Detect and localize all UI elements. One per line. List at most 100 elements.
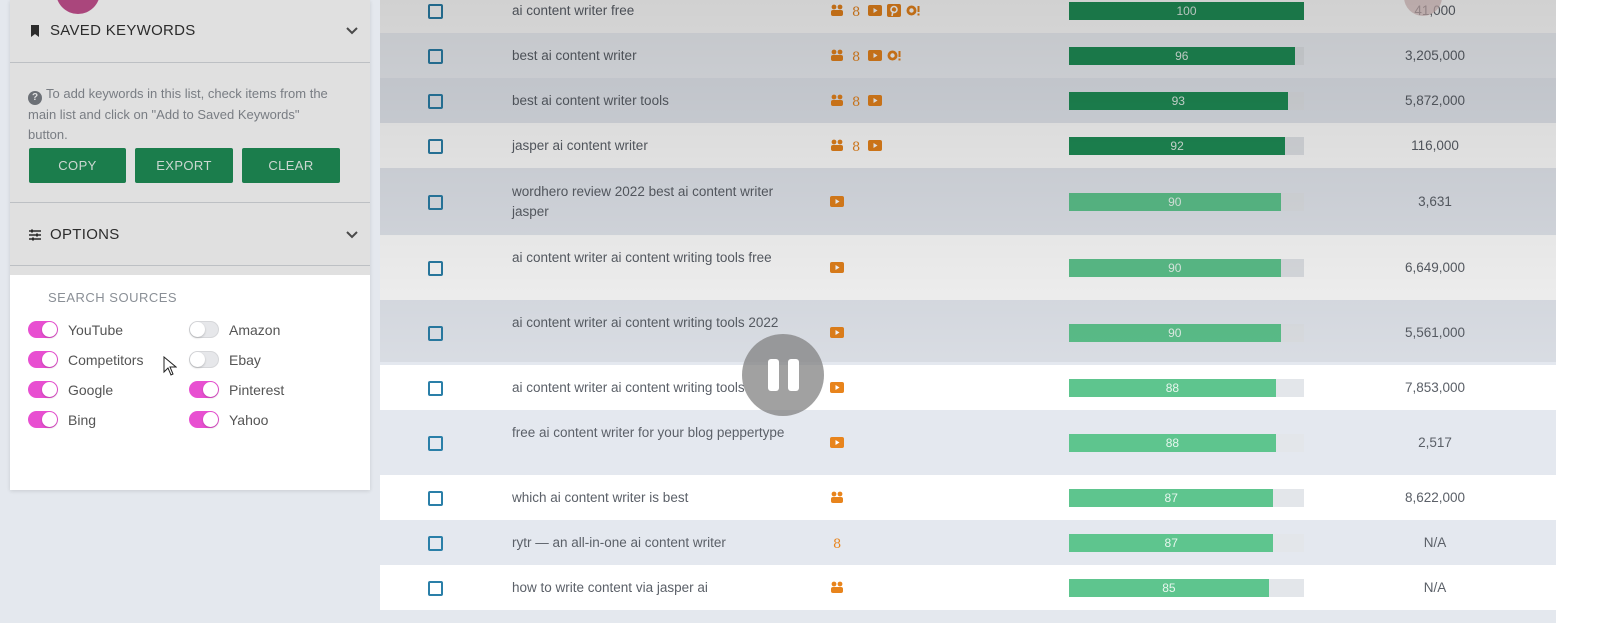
row-checkbox[interactable] [428, 435, 443, 451]
keyword-text: best ai content writer [512, 47, 637, 63]
row-checkbox[interactable] [428, 325, 443, 341]
row-checkbox[interactable] [428, 380, 443, 396]
switch[interactable] [28, 351, 58, 368]
switch[interactable] [28, 411, 58, 428]
toggle-label: Amazon [229, 321, 281, 338]
search-volume: 8,622,000 [1404, 489, 1466, 505]
svg-text:8: 8 [833, 537, 841, 549]
switch[interactable] [28, 381, 58, 398]
switch[interactable] [189, 381, 219, 398]
pause-bar [767, 359, 779, 391]
brand: Techs4Digital [56, 0, 223, 16]
youtube-icon [830, 381, 844, 394]
keyword-text: best ai content writer tools [512, 92, 669, 108]
score-bar: 90 [1069, 323, 1304, 342]
toggle-pinterest[interactable]: Pinterest [189, 381, 284, 398]
table-row[interactable]: best ai content writer tools 8 93 5,872,000 [380, 78, 1556, 123]
options-header[interactable]: OPTIONS [28, 226, 358, 243]
toggle-yahoo[interactable]: Yahoo [189, 411, 268, 428]
chevron-down-icon[interactable] [346, 230, 358, 239]
chevron-down-icon[interactable] [346, 26, 358, 35]
table-row[interactable]: which ai content writer is best 87 8,622,0… [380, 475, 1556, 520]
switch[interactable] [189, 351, 219, 368]
source-icons: 8 [830, 536, 844, 552]
score-value: 90 [1069, 323, 1281, 342]
toggle-bing[interactable]: Bing [28, 411, 96, 428]
switch-knob [42, 412, 57, 427]
toggle-youtube[interactable]: YouTube [28, 321, 123, 338]
row-checkbox[interactable] [428, 260, 443, 276]
channel-avatar [56, 0, 100, 14]
toggle-amazon[interactable]: Amazon [189, 321, 280, 338]
score-bar: 92 [1069, 136, 1304, 155]
table-row[interactable]: how to write content via jasper ai 85 N/A [380, 565, 1556, 610]
svg-text:8: 8 [852, 140, 860, 152]
youtube-icon [830, 436, 844, 449]
table-row[interactable]: ai content writer free810041,000 [380, 0, 1556, 33]
table-row[interactable]: ai content writer ai content writing too… [380, 300, 1556, 365]
clear-button[interactable]: CLEAR [242, 148, 340, 183]
score-value: 96 [1069, 46, 1295, 65]
yahoo-icon [906, 4, 920, 17]
switch[interactable] [189, 321, 219, 338]
youtube-icon [868, 94, 882, 107]
keyword-text: how to write content via jasper ai [512, 579, 708, 595]
score-bar: 88 [1069, 433, 1304, 452]
export-button[interactable]: EXPORT [135, 148, 233, 183]
score-value: 88 [1069, 433, 1276, 452]
row-checkbox[interactable] [428, 48, 443, 64]
table-row[interactable]: rytr — an all-in-one ai content writer 8 8… [380, 520, 1556, 565]
score-bar: 85 [1069, 578, 1304, 597]
source-icons: 8 [830, 94, 882, 110]
row-checkbox[interactable] [428, 535, 443, 551]
table-row[interactable]: ai content writer ai content writing too… [380, 235, 1556, 300]
source-icons [830, 261, 844, 274]
youtube-icon [830, 326, 844, 339]
switch[interactable] [189, 411, 219, 428]
toggle-label: YouTube [68, 321, 124, 338]
table-row[interactable]: ai content writer ai content writing too… [380, 365, 1556, 410]
source-icons: 8 [830, 139, 882, 155]
row-checkbox[interactable] [428, 3, 443, 19]
table-row[interactable]: best ai content writer 8 96 3,205,000 [380, 33, 1556, 78]
keyword-text: ai content writer ai content writing too… [512, 314, 779, 330]
svg-text:8: 8 [852, 5, 860, 17]
score-value: 100 [1069, 1, 1304, 20]
toggle-competitors[interactable]: Competitors [28, 351, 143, 368]
table-row[interactable]: free ai content writer for your blog pep… [380, 410, 1556, 475]
saved-keywords-title: SAVED KEYWORDS [50, 22, 196, 39]
keyword-text: rytr — an all-in-one ai content writer [512, 534, 726, 550]
row-checkbox[interactable] [428, 490, 443, 506]
toggle-label: Bing [68, 411, 97, 428]
search-volume: 5,561,000 [1404, 324, 1466, 340]
competitors-icon [830, 4, 844, 17]
pause-button[interactable] [742, 334, 824, 416]
toggle-label: Ebay [229, 351, 261, 368]
brand-name: Techs4Digital [124, 0, 224, 14]
divider [10, 62, 370, 63]
saved-keywords-header[interactable]: SAVED KEYWORDS [28, 22, 358, 39]
table-row[interactable]: wordhero review 2022 best ai content wri… [380, 168, 1556, 235]
row-checkbox[interactable] [428, 138, 443, 154]
toggle-google[interactable]: Google [28, 381, 113, 398]
search-volume: N/A [1423, 534, 1447, 550]
row-checkbox[interactable] [428, 580, 443, 596]
switch-knob [42, 352, 57, 367]
switch-knob [203, 382, 218, 397]
toggle-ebay[interactable]: Ebay [189, 351, 261, 368]
row-checkbox[interactable] [428, 93, 443, 109]
youtube-icon [868, 139, 882, 152]
score-value: 90 [1069, 258, 1281, 277]
pause-bar [787, 359, 799, 391]
copy-button[interactable]: COPY [29, 148, 126, 183]
source-icons [830, 326, 844, 339]
keyword-text: ai content writer free [512, 2, 635, 18]
toggle-label: Competitors [68, 351, 144, 368]
score-bar: 88 [1069, 378, 1304, 397]
row-checkbox[interactable] [428, 194, 443, 210]
score-bar: 90 [1069, 192, 1304, 211]
switch[interactable] [28, 321, 58, 338]
score-value: 90 [1069, 192, 1281, 211]
score-value: 87 [1069, 488, 1274, 507]
table-row[interactable]: jasper ai content writer 8 92 116,000 [380, 123, 1556, 168]
